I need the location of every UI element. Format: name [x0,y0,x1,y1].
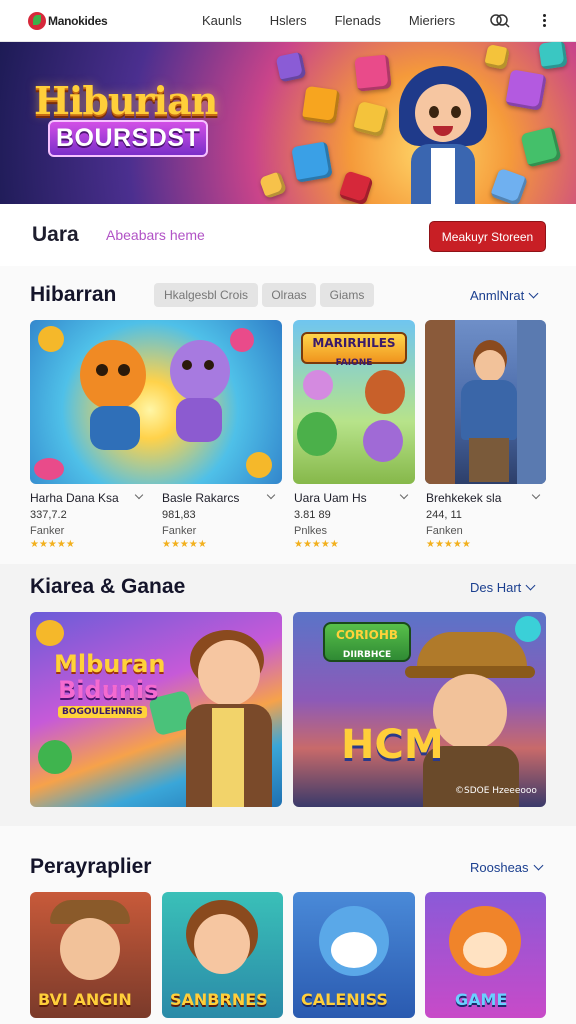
kiarea-banner-1[interactable]: Mlburan Bidunis BOGOULEHNRIS [30,612,282,807]
rating-stars-1: ★★★★★ [30,539,75,550]
nav-link-2[interactable]: Hslers [270,13,307,28]
store-button[interactable]: Meakuyr Storeen [429,221,546,252]
section-bar-link[interactable]: Abeabars heme [106,227,205,243]
tile-label-2: SANBRNES [170,990,268,1009]
hero-banner[interactable]: Hiburian BOURSDST [0,42,576,204]
game-title-1[interactable]: Harha Dana Ksa [30,491,119,505]
filter-chip-3[interactable]: Giams [320,283,374,307]
candy-cube-icon [301,85,341,125]
candy-cube-icon [505,69,547,111]
section-bar: Uara Abeabars heme Meakuyr Storeen [0,204,576,266]
candy-cube-icon [520,126,562,168]
banner2-caption: ©SDOE Hzeeeooo [455,786,537,796]
game-number-3: 3.81 89 [294,509,331,521]
kiarea-see-more-label: Des Hart [470,580,522,595]
rating-stars-3: ★★★★★ [294,539,339,550]
game-publisher-4: Fanken [426,525,463,537]
candy-cube-icon [538,42,568,70]
nav-link-4[interactable]: Mieriers [409,13,455,28]
game-title-4[interactable]: Brehkekek sla [426,491,501,505]
candy-cube-icon [338,170,374,204]
candy-cube-icon [291,141,333,183]
hero-title: Hiburian [34,78,218,123]
nav-link-3[interactable]: Flenads [335,13,381,28]
kiarea-banner-2[interactable]: CORIOHB DIIRBHCE HCM ©SDOE Hzeeeooo [293,612,546,807]
filter-chip-1[interactable]: Hkalgesbl Crois [154,283,258,307]
logo[interactable]: Manokides [28,11,188,30]
game-thumbnail-1[interactable] [30,320,282,484]
perayraplier-see-more-label: Roosheas [470,860,529,875]
featured-title: Hibarran [30,283,117,306]
game-publisher-2: Fanker [162,525,197,537]
candy-cube-icon [275,51,307,83]
app-page: Manokides Kaunls Hslers Flenads Mieriers [0,0,576,1024]
card2-art-title: MARIRHILES [312,336,396,350]
filter-chip-2[interactable]: Olraas [262,283,316,307]
tile-label-3: CALENISS [301,990,388,1009]
tile-label-4: GAME [455,990,508,1009]
candy-cube-icon [352,100,390,138]
tile-label-1: BVI ANGIN [38,990,132,1009]
candy-cube-icon [489,167,529,204]
candy-cube-icon [258,170,288,200]
nav-link-1[interactable]: Kaunls [202,13,242,28]
game-title-3[interactable]: Uara Uam Hs [294,491,367,505]
game-publisher-3: Pnlkes [294,525,328,537]
logo-icon [28,11,46,30]
game-number-1: 337,7.2 [30,509,67,521]
game-thumbnail-3[interactable] [425,320,546,484]
banner2-subtitle: DIIRBHCE [342,650,392,660]
rating-stars-2: ★★★★★ [162,539,207,550]
featured-see-more[interactable]: AnmlNrat [470,288,539,303]
section-bar-title: Uara [32,223,79,246]
kiarea-title: Kiarea & Ganae [30,575,186,598]
game-tile-1[interactable]: BVI ANGIN [30,892,151,1018]
chevron-down-icon [525,580,536,591]
game-number-2: 981,83 [162,509,196,521]
candy-cube-icon [354,54,392,92]
card2-art-subtitle: FAIONE [335,358,373,368]
perayraplier-see-more[interactable]: Roosheas [470,860,543,875]
game-thumbnail-2[interactable]: MARIRHILES FAIONE [293,320,415,484]
kiarea-see-more[interactable]: Des Hart [470,580,536,595]
banner1-line2: Bidunis [58,676,159,704]
hero-character [395,58,491,204]
banner1-line1: Mlburan [54,650,166,678]
game-tile-2[interactable]: SANBRNES [162,892,283,1018]
logo-text: Manokides [48,13,108,28]
nav-links: Kaunls Hslers Flenads Mieriers [202,13,483,28]
game-publisher-1: Fanker [30,525,65,537]
game-tile-3[interactable]: CALENISS [293,892,415,1018]
more-vertical-icon[interactable] [541,14,547,27]
featured-see-more-label: AnmlNrat [470,288,525,303]
top-nav: Manokides Kaunls Hslers Flenads Mieriers [0,0,576,42]
banner2-big-text: HCM [341,722,444,768]
banner1-tag: BOGOULEHNRIS [58,706,147,718]
chevron-down-icon [528,288,539,299]
game-title-2[interactable]: Basle Rakarcs [162,491,239,505]
rating-stars-4: ★★★★★ [426,539,471,550]
hero-subtitle: BOURSDST [48,120,209,157]
banner2-title: CORIOHB [335,628,399,642]
chevron-down-icon [533,860,543,871]
search-icon[interactable] [489,10,511,32]
game-number-4: 244, 11 [426,509,462,521]
game-tile-4[interactable]: GAME [425,892,546,1018]
perayraplier-title: Perayraplier [30,855,152,878]
